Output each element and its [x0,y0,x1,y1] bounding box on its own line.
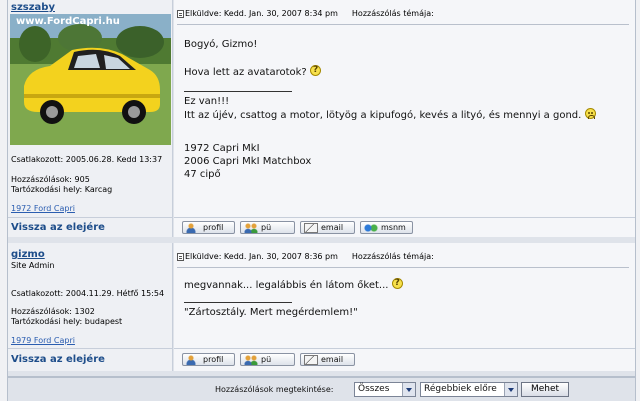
left-border [0,0,8,401]
author-car-link[interactable]: 1972 Ford Capri [11,204,75,213]
post-filter-select[interactable]: Összes [354,382,416,397]
message-line: Bogyó, Gizmo! [184,39,258,50]
post-footer-actions: profil pü email [174,348,635,371]
post-header-divider [177,267,629,268]
avatar-watermark: www.FordCapri.hu [16,16,120,27]
email-icon [304,355,318,365]
post-icon[interactable] [177,252,184,261]
author-username[interactable]: szszaby [11,2,55,13]
private-message-icon [244,222,258,233]
post-gizmo: gizmo Site Admin Csatlakozott: 2004.11.2… [8,243,635,371]
signature-line: "Zártosztály. Mert megérdemlem!" [184,307,358,318]
author-avatar: www.FordCapri.hu [10,14,171,145]
post-footer-left: Vissza az elejére [8,217,173,237]
private-message-icon [244,354,258,365]
post-footer-left: Vissza az elejére [8,348,173,371]
post-subject-label: Hozzászólás témája: [351,9,434,18]
signature-separator [184,91,292,92]
message-text: Hova lett az avatarotok? [184,67,307,78]
question-smiley-icon [391,277,403,290]
post-order-select[interactable]: Régebbiek előre [420,382,518,397]
profile-button[interactable]: profil [182,353,235,366]
button-label: profil [203,223,224,232]
forum-topic-view: szszaby www.FordCapri.hu Csatlakozott: 2… [0,0,640,401]
post-sent-date: Elküldve: Kedd. Jan. 30, 2007 8:34 pm [185,9,338,18]
yellow-capri-photo: www.FordCapri.hu [10,14,171,145]
chevron-down-icon[interactable] [504,383,517,396]
go-button[interactable]: Mehet [521,382,569,397]
right-border [635,0,640,401]
email-button[interactable]: email [300,221,355,234]
post-szszaby: szszaby www.FordCapri.hu Csatlakozott: 2… [8,0,635,237]
author-joined: Csatlakozott: 2004.11.29. Hétfő 15:54 [11,289,165,298]
profile-icon [186,222,200,233]
post-body: Elküldve: Kedd. Jan. 30, 2007 8:34 pm Ho… [174,0,635,217]
message-text: megvannak... legalábbis én látom őket... [184,280,389,291]
display-options-label: Hozzászólások megtekintése: [215,385,334,394]
display-options-bar: Hozzászólások megtekintése: Összes Régeb… [8,376,635,401]
signature-line: 47 cipő [184,169,221,180]
button-label: pü [261,223,272,232]
button-label: email [321,355,344,364]
author-panel: gizmo Site Admin Csatlakozott: 2004.11.2… [8,243,173,348]
author-location: Tartózkodási hely: budapest [11,317,123,326]
email-icon [304,223,318,233]
question-smiley-icon [309,64,321,77]
button-label: profil [203,355,224,364]
post-subject-label: Hozzászólás témája: [351,252,434,261]
email-button[interactable]: email [300,353,355,366]
pm-button[interactable]: pü [240,353,295,366]
author-username[interactable]: gizmo [11,249,45,260]
chevron-down-icon[interactable] [402,383,415,396]
author-panel: szszaby www.FordCapri.hu Csatlakozott: 2… [8,0,173,217]
author-post-count: Hozzászólások: 1302 [11,307,95,316]
signature-line: 2006 Capri MkI Matchbox [184,156,312,167]
author-car-link[interactable]: 1979 Ford Capri [11,336,75,345]
message-line: Ez van!!! [184,96,230,107]
select-value: Összes [358,384,390,394]
profile-button[interactable]: profil [182,221,235,234]
profile-icon [186,354,200,365]
msnm-button[interactable]: msnm [360,221,413,234]
button-label: email [321,223,344,232]
signature-line: 1972 Capri MkI [184,143,260,154]
author-post-count: Hozzászólások: 905 [11,175,90,184]
author-rank: Site Admin [11,261,55,270]
message-text: Itt az újév, csattog a motor, lötyög a k… [184,110,582,121]
post-icon[interactable] [177,9,184,18]
message-line: megvannak... legalábbis én látom őket... [184,277,403,292]
pm-button[interactable]: pü [240,221,295,234]
post-header-divider [177,24,629,25]
author-location: Tartózkodási hely: Karcag [11,185,113,194]
post-header: Elküldve: Kedd. Jan. 30, 2007 8:34 pm Ho… [177,9,434,18]
post-sent-date: Elküldve: Kedd. Jan. 30, 2007 8:36 pm [185,252,338,261]
post-body: Elküldve: Kedd. Jan. 30, 2007 8:36 pm Ho… [174,243,635,348]
back-to-top-link[interactable]: Vissza az elejére [11,222,105,233]
post-footer-actions: profil pü email msnm [174,217,635,237]
post-header: Elküldve: Kedd. Jan. 30, 2007 8:36 pm Ho… [177,252,434,261]
message-line: Itt az újév, csattog a motor, lötyög a k… [184,108,596,122]
select-value: Régebbiek előre [424,384,497,394]
back-to-top-link[interactable]: Vissza az elejére [11,354,105,365]
msn-messenger-icon [364,222,378,233]
message-line: Hova lett az avatarotok? [184,64,321,79]
author-joined: Csatlakozott: 2005.06.28. Kedd 13:37 [11,155,163,164]
button-label: pü [261,355,272,364]
button-label: msnm [381,223,406,232]
sad-smiley-icon [584,108,596,119]
signature-separator [184,302,292,303]
